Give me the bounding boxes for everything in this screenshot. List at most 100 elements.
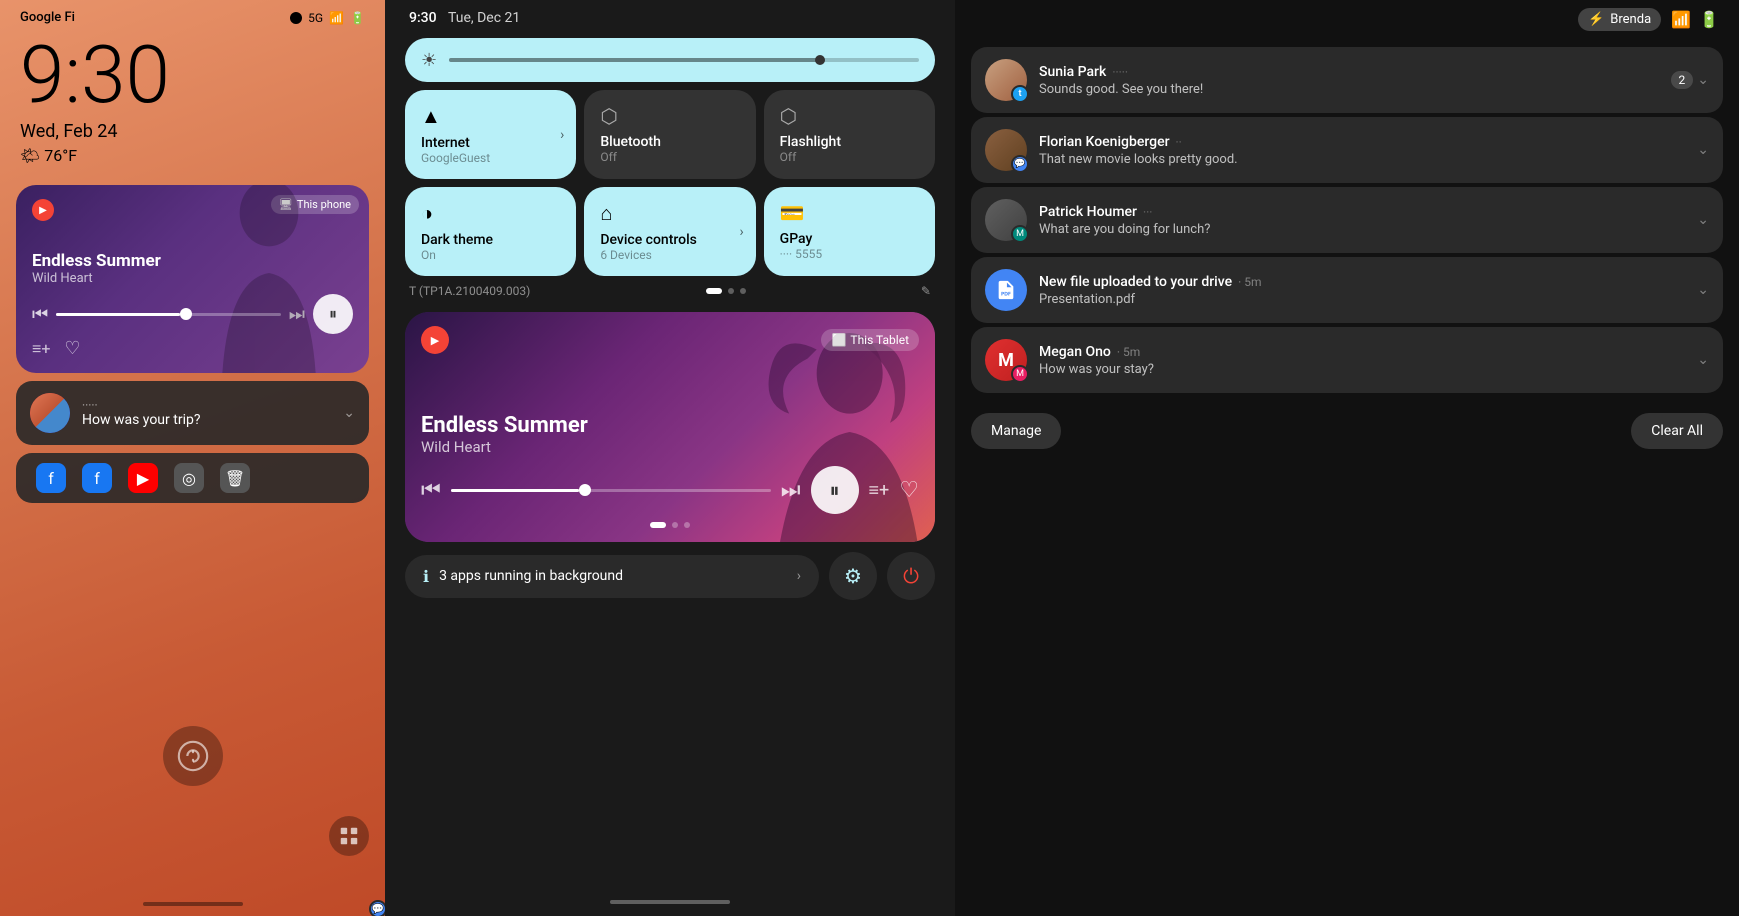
brightness-thumb[interactable] [815, 55, 825, 65]
qs-queue-icon[interactable]: ≡+ [869, 480, 890, 501]
flashlight-icon: ⬡ [780, 104, 919, 128]
this-phone-badge: 🖥 This phone [271, 195, 359, 214]
status-user-badge: ⚡ Brenda [1578, 8, 1661, 31]
music-actions: ≡+ ♡ [32, 338, 353, 359]
tile-dark-sub: On [421, 248, 560, 262]
dock-trash-icon[interactable]: 🗑 [220, 463, 250, 493]
phone-carrier: Google Fi [20, 10, 75, 25]
qs-tile-internet[interactable]: ▲ Internet GoogleGuest › [405, 90, 576, 179]
dock-facebook2-icon[interactable]: f [82, 463, 112, 493]
next-track-icon[interactable]: ⏭ [289, 304, 305, 325]
patrick-expand[interactable]: ⌄ [1697, 212, 1709, 228]
expand-icon[interactable]: ⌄ [343, 405, 355, 421]
tile-internet-label: Internet [421, 135, 560, 151]
dock-facebook-icon[interactable]: f [36, 463, 66, 493]
qs-media-controls: ⏮ ⏭ ⏸ ≡+ ♡ [421, 466, 919, 514]
megan-expand[interactable]: ⌄ [1697, 352, 1709, 368]
info-icon: ℹ [423, 567, 429, 586]
phone-status-icons: 5G 📶 🔋 [290, 11, 365, 25]
notif-message: How was your trip? [82, 412, 331, 428]
patrick-name: Patrick Houmer [1039, 204, 1137, 220]
drive-time: · 5m [1238, 275, 1261, 289]
battery-icon: 🔋 [350, 11, 365, 25]
notification-item[interactable]: t Sunia Park ····· Sounds good. See you … [971, 47, 1723, 113]
tablet-icon: ⬜ [831, 333, 846, 347]
qs-time: 9:30 [409, 10, 437, 26]
signal-icon: 📶 [329, 11, 344, 25]
drive-notif-body: New file uploaded to your drive · 5m Pre… [1039, 274, 1685, 307]
florian-notif-body: Florian Koenigberger ·· That new movie l… [1039, 134, 1685, 167]
notifications-list: t Sunia Park ····· Sounds good. See you … [955, 39, 1739, 401]
qs-brightness-slider[interactable]: ☀ [405, 38, 935, 82]
twitter-badge: t [1011, 85, 1029, 103]
manage-button[interactable]: Manage [971, 413, 1061, 449]
qs-tile-device-controls[interactable]: ⌂ Device controls 6 Devices › [584, 187, 755, 276]
qs-next-icon[interactable]: ⏭ [781, 478, 801, 503]
megan-time: · 5m [1117, 345, 1140, 359]
chevron-icon-devices: › [739, 224, 743, 240]
background-apps-button[interactable]: ℹ 3 apps running in background › [405, 555, 819, 598]
qs-media-progress-bar[interactable] [451, 489, 771, 492]
florian-message: That new movie looks pretty good. [1039, 152, 1685, 167]
qs-tile-dark-theme[interactable]: ◑ Dark theme On [405, 187, 576, 276]
like-icon[interactable]: ♡ [64, 338, 80, 359]
qs-play-pause-button[interactable]: ⏸ [811, 466, 859, 514]
drive-message: Presentation.pdf [1039, 292, 1685, 307]
qs-media-song-title: Endless Summer [421, 413, 919, 438]
bg-apps-chevron-icon: › [797, 568, 801, 584]
notifications-panel: ⚡ Brenda 📶 🔋 t Sunia Park ····· Sounds g… [955, 0, 1739, 916]
phone-time: 9:30 [0, 35, 385, 115]
play-pause-button[interactable]: ⏸ [313, 294, 353, 334]
florian-expand[interactable]: ⌄ [1697, 142, 1709, 158]
notification-item[interactable]: M Patrick Houmer ··· What are you doing … [971, 187, 1723, 253]
power-button[interactable]: ⏻ [887, 552, 935, 600]
tile-devices-label: Device controls [600, 232, 739, 248]
qs-tile-flashlight[interactable]: ⬡ Flashlight Off [764, 90, 935, 179]
bg-apps-label: 3 apps running in background [439, 568, 623, 584]
sunia-name-dots: ····· [1112, 65, 1128, 79]
phone-weather: 🌤 76°F [0, 144, 385, 177]
tile-gpay-label: GPay [780, 231, 919, 247]
camera-dot-icon [290, 12, 302, 24]
meet-badge: M [1011, 225, 1029, 243]
expand-chevron-icon: ⌄ [1697, 142, 1709, 158]
expand-chevron-icon: ⌄ [1697, 72, 1709, 88]
phone-music-card[interactable]: ▶ 🖥 This phone Endless Summer Wild Heart… [16, 185, 369, 373]
media-dot-3 [684, 522, 690, 528]
fingerprint-sensor[interactable] [163, 726, 223, 786]
clear-all-button[interactable]: Clear All [1631, 413, 1723, 449]
notification-item[interactable]: New file uploaded to your drive · 5m Pre… [971, 257, 1723, 323]
dock-youtube-icon[interactable]: ▶ [128, 463, 158, 493]
device-controls-icon: ⌂ [600, 201, 739, 226]
notification-item[interactable]: 💬 Florian Koenigberger ·· That new movie… [971, 117, 1723, 183]
qs-build-number: T (TP1A.2100409.003) [409, 284, 530, 298]
dot-2 [728, 288, 734, 294]
florian-avatar: 💬 [985, 129, 1027, 171]
queue-icon[interactable]: ≡+ [32, 339, 50, 359]
notification-item[interactable]: M M Megan Ono · 5m How was your stay? ⌄ [971, 327, 1723, 393]
sunia-expand[interactable]: 2 ⌄ [1671, 71, 1709, 89]
qs-page-dots [706, 288, 746, 294]
qs-media-card[interactable]: ▶ ⬜ This Tablet Endless Summer Wild Hear… [405, 312, 935, 542]
edit-icon[interactable]: ✎ [921, 284, 931, 298]
qs-tile-bluetooth[interactable]: ⬡ Bluetooth Off [584, 90, 755, 179]
phone-panel: Google Fi 5G 📶 🔋 9:30 Wed, Feb 24 🌤 76°F… [0, 0, 385, 916]
sunia-name: Sunia Park [1039, 64, 1106, 80]
phone-notification-card[interactable]: 💬 ····· How was your trip? ⌄ [16, 381, 369, 445]
qs-media-bottom-bar: Endless Summer Wild Heart ⏮ ⏭ ⏸ ≡+ ♡ [405, 399, 935, 542]
recent-apps-button[interactable] [329, 816, 369, 856]
qs-tile-gpay[interactable]: 💳 GPay ···· 5555 [764, 187, 935, 276]
drive-avatar-img [985, 269, 1027, 311]
settings-button[interactable]: ⚙ [829, 552, 877, 600]
patrick-message: What are you doing for lunch? [1039, 222, 1685, 237]
megan-name: Megan Ono [1039, 344, 1111, 360]
drive-expand[interactable]: ⌄ [1697, 282, 1709, 298]
drive-avatar [985, 269, 1027, 311]
qs-like-icon[interactable]: ♡ [899, 478, 919, 503]
megan-avatar: M M [985, 339, 1027, 381]
music-progress-bar[interactable] [56, 313, 281, 316]
tile-flashlight-sub: Off [780, 150, 919, 164]
prev-track-icon[interactable]: ⏮ [32, 304, 48, 325]
qs-prev-icon[interactable]: ⏮ [421, 478, 441, 503]
dock-messages-icon[interactable]: ◎ [174, 463, 204, 493]
